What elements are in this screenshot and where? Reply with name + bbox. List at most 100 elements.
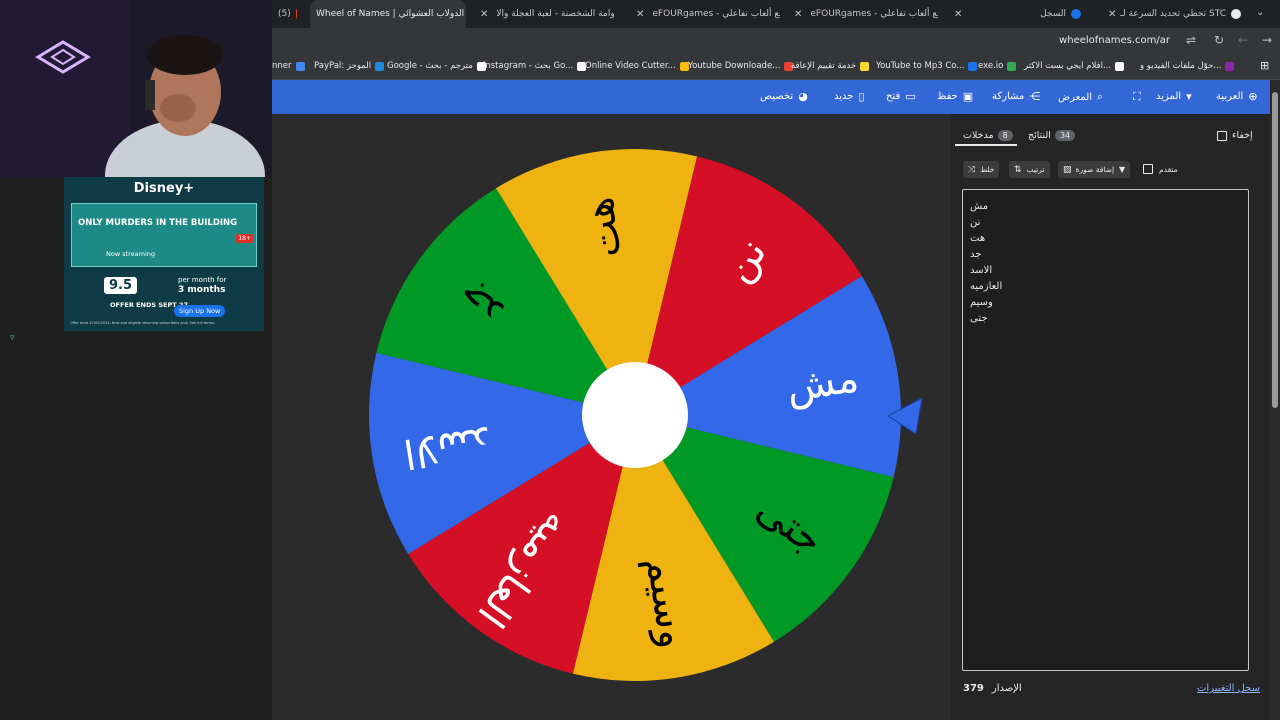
sort-icon: ⇅ <box>1014 164 1022 175</box>
close-icon[interactable]: ✕ <box>480 9 488 20</box>
tab-label: (5) <box>278 9 291 19</box>
sort-label: ترتيب <box>1026 165 1045 174</box>
close-icon[interactable]: ✕ <box>1108 9 1116 20</box>
address-bar-row: wheelofnames.com/ar ⇌ ↻ ← → <box>272 28 1280 54</box>
ad-months: 3 months <box>178 285 226 295</box>
tab-label: السجل <box>1040 9 1066 19</box>
add-image-button[interactable]: ▨ إضافة صورة ▼ <box>1058 161 1131 178</box>
small-arrow-icon: ▿ <box>10 333 15 343</box>
browser-tab[interactable]: ✕ السجل <box>942 0 1092 28</box>
bookmark-item[interactable]: Google - مترجم - بحث <box>387 61 486 71</box>
bookmark-item[interactable]: YouTube to Mp3 Co... <box>876 61 978 71</box>
close-icon[interactable]: ✕ <box>794 9 802 20</box>
entries-list: مش نن هت جد الاسد العازميه وسيم جتى <box>970 199 1002 327</box>
browser-tab[interactable]: (5) <box>272 0 308 28</box>
image-icon: ▨ <box>1063 164 1072 175</box>
bookmark-item[interactable]: Youtube Downloade... <box>688 61 794 71</box>
bookmark-item[interactable]: افلام ايجي بست الاكثر... <box>1024 61 1125 71</box>
fullscreen-button[interactable]: ⛶ <box>1128 90 1141 104</box>
gallery-button[interactable]: المعرض ⌕ <box>1058 90 1103 104</box>
wheel-center-button[interactable] <box>582 362 688 468</box>
scrollbar-thumb[interactable] <box>1272 92 1278 408</box>
bookmark-label: instagram - بحث Go... <box>483 61 574 71</box>
browser-tab[interactable]: ✕ دوامة الشخصنة - لعبة العجلة والا <box>468 0 614 28</box>
browser-tab[interactable]: ✕ تحطي تحديد السرعة لـ STC <box>1096 0 1252 28</box>
close-icon[interactable]: ✕ <box>636 9 644 20</box>
apps-grid-icon[interactable]: ⊞ <box>1260 59 1269 72</box>
share-button[interactable]: مشاركة ⋲ <box>992 90 1040 103</box>
document-icon: ▯ <box>858 90 865 103</box>
gallery-label: المعرض <box>1058 91 1093 103</box>
advanced-checkbox[interactable] <box>1143 164 1153 174</box>
entries-textarea[interactable]: مش نن هت جد الاسد العازميه وسيم جتى <box>962 189 1249 671</box>
hide-toggle[interactable]: إخفاء <box>1217 130 1253 141</box>
globe-icon <box>1231 9 1241 19</box>
browser-tab[interactable]: ✕ eFOURgames - مع ألعاب تفاعلي <box>782 0 938 28</box>
search-icon: ⌕ <box>1097 90 1104 103</box>
browser-tab-active[interactable]: Wheel of Names | الدولاب العشوائي <box>310 0 466 28</box>
entry-line: جتى <box>970 313 988 324</box>
browser-tab[interactable]: ✕ eFOURgames - مع ألعاب تفاعلي <box>624 0 780 28</box>
bookmark-item[interactable]: nner <box>272 61 305 71</box>
bookmark-label: Youtube Downloade... <box>688 61 781 71</box>
open-label: فتح <box>886 91 901 102</box>
bookmark-label: Google - مترجم - بحث <box>387 61 473 71</box>
bookmark-item[interactable]: exe.io <box>978 61 1017 71</box>
changelog-link[interactable]: سجل التغييرات <box>1197 683 1260 694</box>
bookmark-item[interactable]: instagram - بحث Go... <box>483 61 587 71</box>
tab-search-icon[interactable]: ⌄ <box>1256 7 1264 18</box>
chevron-down-icon: ▼ <box>1119 165 1126 174</box>
advanced-toggle[interactable]: متقدم <box>1143 164 1178 174</box>
more-menu-button[interactable]: المزيد ▾ <box>1156 90 1192 103</box>
tab-label: eFOURgames - مع ألعاب تفاعلي <box>810 9 938 19</box>
ad-signup-button[interactable]: Sign Up Now <box>174 305 226 317</box>
bookmark-item[interactable]: PayPal: الموجز <box>314 61 385 71</box>
globe-icon: ⊕ <box>1248 90 1258 103</box>
bookmark-label: YouTube to Mp3 Co... <box>876 61 965 71</box>
bookmark-item[interactable]: حوّل ملفات الفيديو و... <box>1140 61 1235 71</box>
forward-icon[interactable]: ← <box>1238 33 1248 47</box>
shuffle-button[interactable]: ⤨ خلط <box>963 161 1000 178</box>
bookmark-favicon-icon <box>1225 61 1235 71</box>
app-toolbar: تخصيص ◕ جديد ▯ فتح ▭ حفظ ▣ مشاركة ⋲ المعرض ⌕ ⛶… <box>272 80 1270 114</box>
shuffle-icon: ⤨ <box>968 164 976 175</box>
version-label: الإصدار <box>991 683 1022 694</box>
close-icon[interactable]: ✕ <box>954 9 962 20</box>
bookmark-item[interactable]: Online Video Cutter... <box>585 61 689 71</box>
url-field[interactable]: wheelofnames.com/ar <box>1059 35 1170 46</box>
save-button[interactable]: حفظ ▣ <box>937 90 973 103</box>
entry-line: هت <box>970 233 986 244</box>
bookmark-label: حوّل ملفات الفيديو و... <box>1140 61 1222 71</box>
tab-results[interactable]: النتائج 34 <box>1028 130 1079 141</box>
history-icon <box>1071 9 1081 19</box>
wheel-of-names[interactable]: مشجتىوسيمالعازميهالاسدجدهت نن <box>365 145 905 690</box>
open-button[interactable]: فتح ▭ <box>886 90 916 103</box>
back-icon[interactable]: → <box>1262 33 1272 47</box>
reload-icon[interactable]: ↻ <box>1214 33 1224 47</box>
bookmark-label: exe.io <box>978 61 1004 71</box>
bookmark-label: افلام ايجي بست الاكثر... <box>1024 61 1112 71</box>
entry-line: مش <box>970 201 989 212</box>
youtube-icon <box>295 9 297 19</box>
customize-button[interactable]: تخصيص ◕ <box>760 90 808 103</box>
tab-entries[interactable]: مدخلات 8 <box>963 130 1017 141</box>
ad-rating-badge: 18+ <box>236 234 253 243</box>
bookmark-item[interactable]: خدمة تقييم الإعاقة <box>791 61 870 71</box>
entries-count-badge: 8 <box>997 130 1013 141</box>
ad-poster: ONLY MURDERS IN THE BUILDING Now streami… <box>71 203 257 267</box>
site-settings-icon[interactable]: ⇌ <box>1186 33 1196 47</box>
entry-line: وسيم <box>970 297 993 308</box>
sort-button[interactable]: ⇅ ترتيب <box>1009 161 1050 178</box>
fullscreen-icon: ⛶ <box>1133 90 1141 103</box>
ad-price: 9.5 <box>104 277 138 294</box>
tab-label: دوامة الشخصنة - لعبة العجلة والا <box>496 9 614 19</box>
hide-checkbox[interactable] <box>1217 130 1227 141</box>
new-button[interactable]: جديد ▯ <box>834 90 865 103</box>
save-icon: ▣ <box>962 90 974 103</box>
language-button[interactable]: العربية ⊕ <box>1216 90 1258 103</box>
browser-tab-strip: (5) Wheel of Names | الدولاب العشوائي ✕ … <box>272 0 1280 28</box>
advertisement[interactable]: Disney+ ONLY MURDERS IN THE BUILDING Now… <box>64 177 264 331</box>
bookmark-favicon-icon <box>1007 61 1017 71</box>
folder-icon: ▭ <box>905 90 916 103</box>
results-count-badge: 34 <box>1054 130 1076 141</box>
